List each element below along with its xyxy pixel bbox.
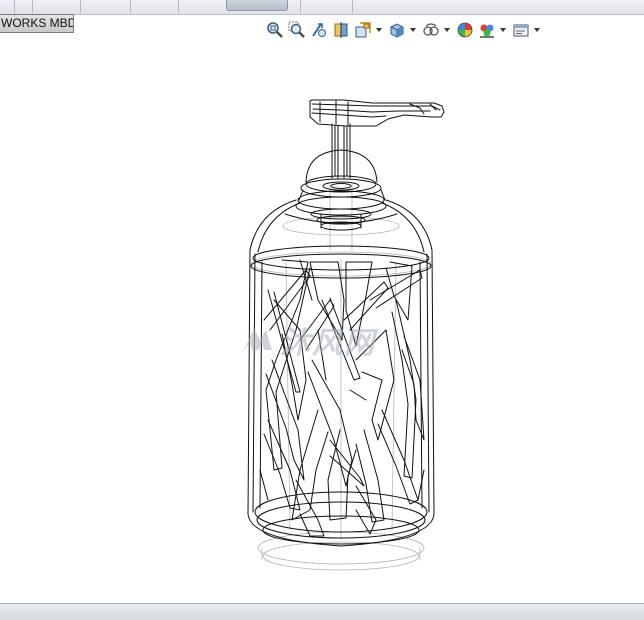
solidworks-mbd-tab[interactable]: WORKS MBD — [0, 14, 74, 33]
tab-separator — [32, 0, 33, 13]
top-tab-strip — [0, 0, 644, 15]
graphics-viewport[interactable]: 沐风网 — [0, 34, 644, 602]
tab-separator — [80, 0, 81, 13]
tab-separator — [178, 0, 179, 13]
tab-separator — [130, 0, 131, 13]
command-manager-tab-active[interactable] — [226, 0, 288, 11]
tab-separator — [352, 0, 353, 13]
tab-separator — [14, 0, 15, 13]
tab-separator — [300, 0, 301, 13]
bottle-wireframe-model — [247, 99, 445, 571]
bottom-status-strip — [0, 603, 644, 620]
